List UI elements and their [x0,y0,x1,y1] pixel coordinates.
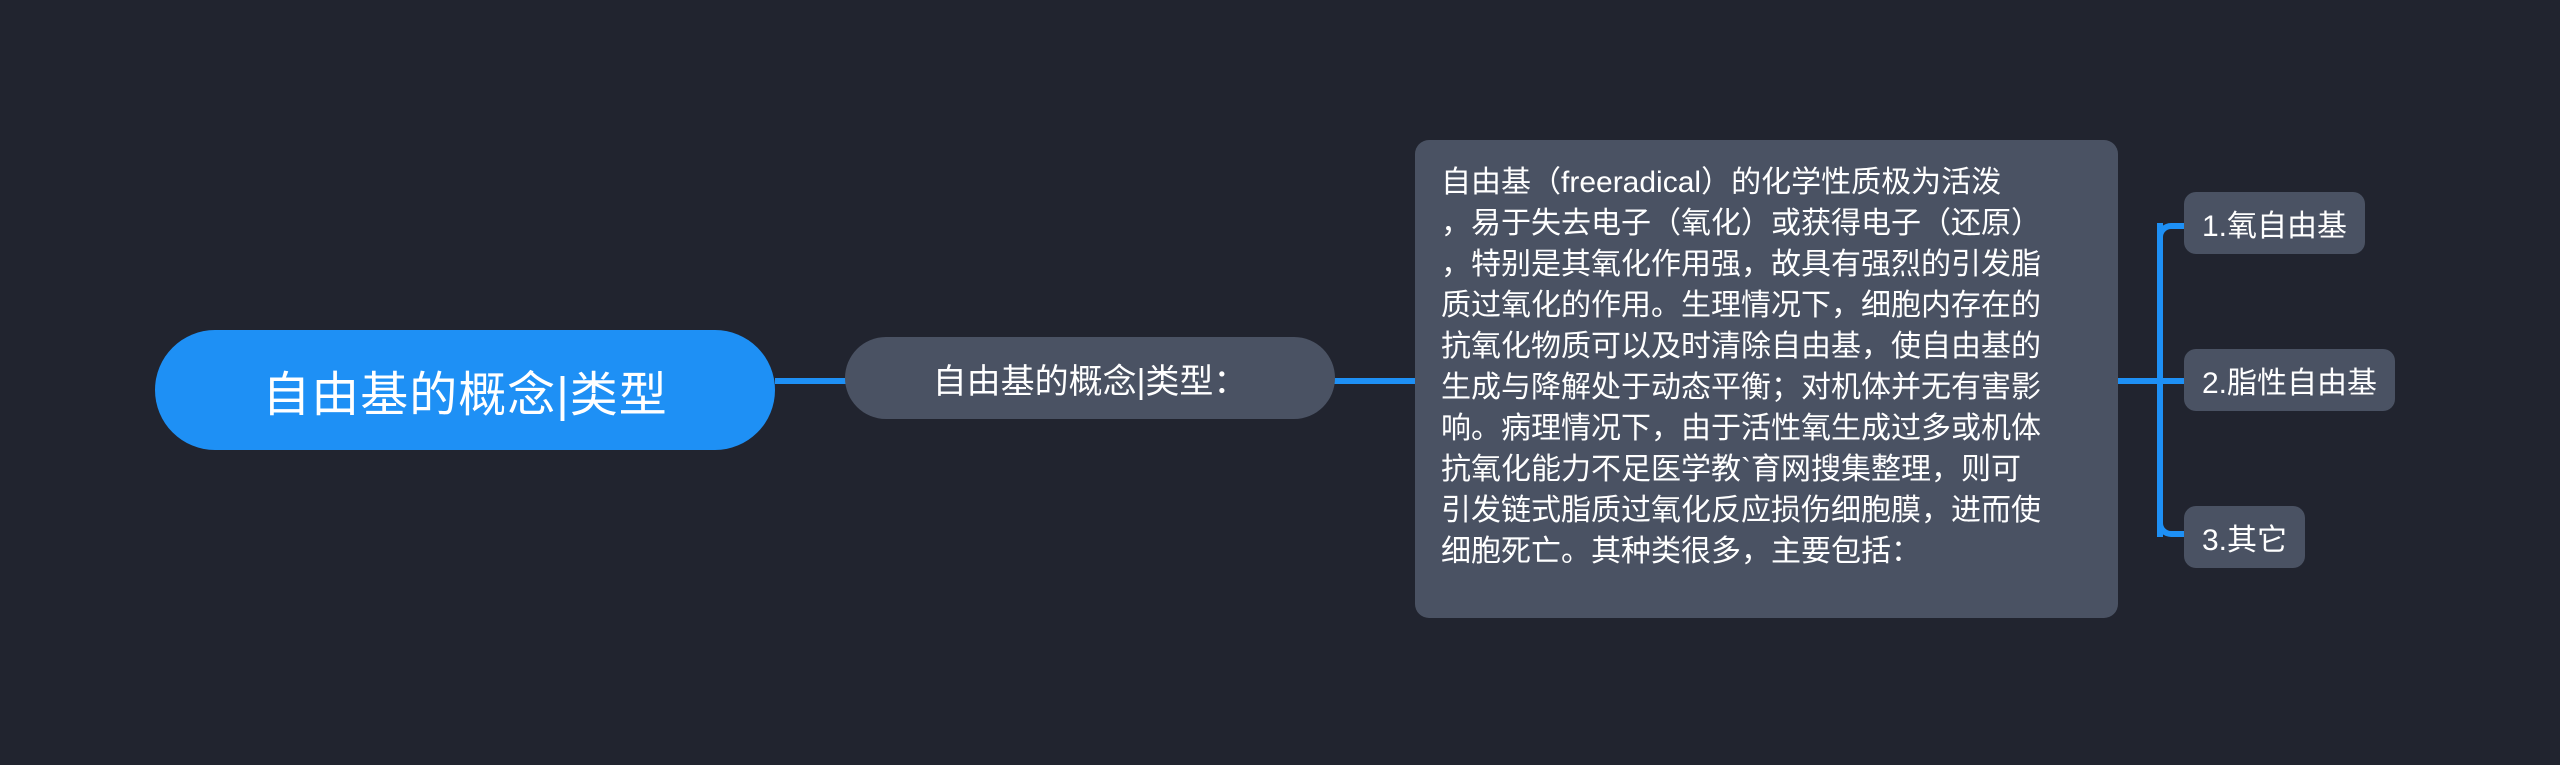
body-text-line: 自由基（freeradical）的化学性质极为活泼 [1441,166,2002,199]
body-text-line: 生成与降解处于动态平衡；对机体并无有害影 [1441,371,2041,404]
connector-body-to-branch-trunk [2116,378,2160,384]
leaf-node-2-label: 2.脂性自由基 [2202,367,2378,400]
body-text-line: 引发链式脂质过氧化反应损伤细胞膜，进而使 [1441,494,2041,527]
connector-root-to-subtopic [775,378,847,384]
body-text-line: 抗氧化能力不足医学教`育网搜集整理，则可 [1441,453,2021,486]
root-node[interactable]: 自由基的概念|类型 [155,330,775,450]
body-text-line: 细胞死亡。其种类很多，主要包括： [1441,535,1921,568]
branch-elbow-bottom [2157,509,2185,537]
subtopic-node[interactable]: 自由基的概念|类型： [845,337,1335,419]
leaf-node-1[interactable]: 1.氧自由基 [2184,192,2366,254]
connector-subtopic-to-body [1333,378,1417,384]
body-text-line: 响。病理情况下，由于活性氧生成过多或机体 [1441,412,2041,445]
body-text-line: ，特别是其氧化作用强，故具有强烈的引发脂 [1441,248,2041,281]
leaf-node-2[interactable]: 2.脂性自由基 [2184,349,2396,411]
body-text-line: 抗氧化物质可以及时清除自由基，使自由基的 [1441,330,2041,363]
root-node-label: 自由基的概念|类型 [262,369,668,422]
subtopic-node-label: 自由基的概念|类型： [932,362,1248,401]
body-text-node[interactable]: 自由基（freeradical）的化学性质极为活泼 ，易于失去电子（氧化）或获得… [1415,140,2118,618]
body-text-line: 质过氧化的作用。生理情况下，细胞内存在的 [1441,289,2041,322]
leaf-node-3-label: 3.其它 [2202,524,2288,557]
branch-elbow-top [2157,223,2185,251]
leaf-node-1-label: 1.氧自由基 [2202,210,2348,243]
body-text-line: ，易于失去电子（氧化）或获得电子（还原） [1441,207,2041,240]
leaf-node-3[interactable]: 3.其它 [2184,506,2306,568]
mindmap-canvas: 自由基的概念|类型 自由基的概念|类型： 自由基（freeradical）的化学… [0,0,2560,765]
